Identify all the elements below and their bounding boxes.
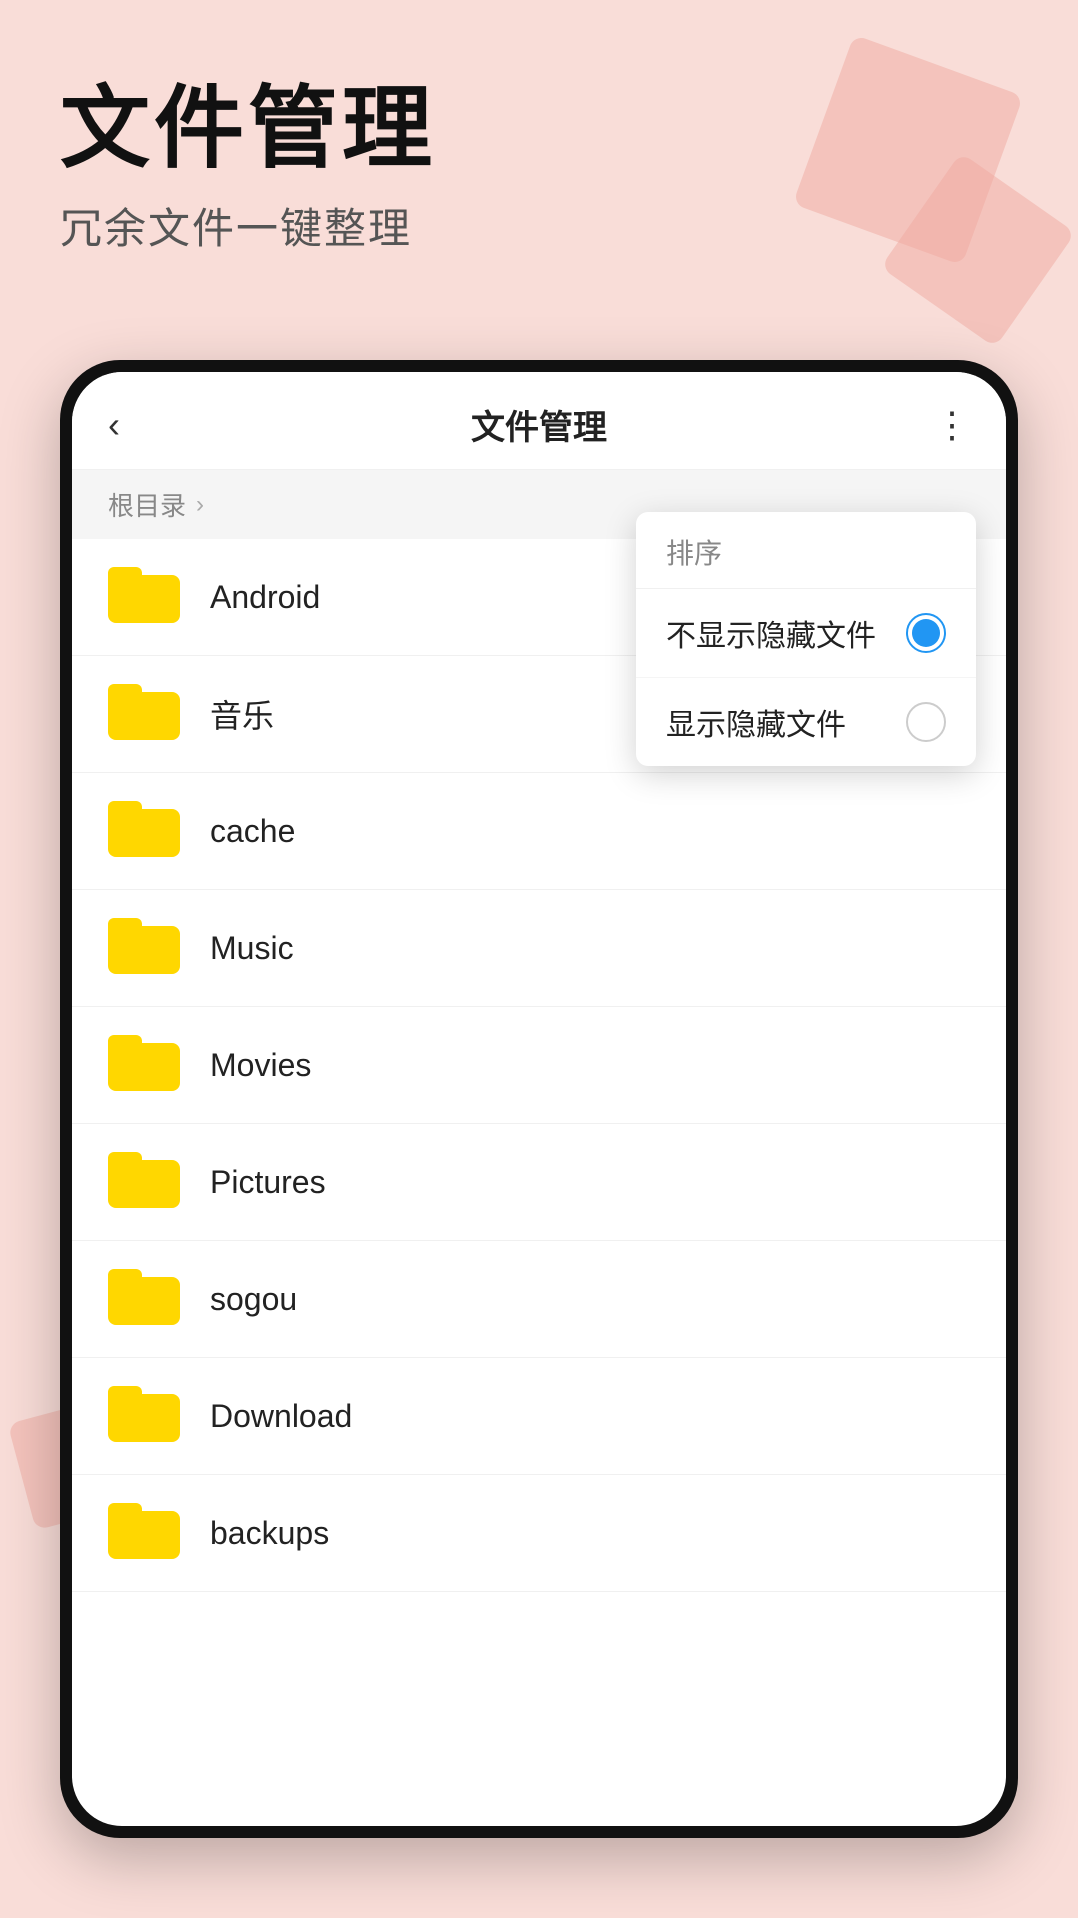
file-name: sogou (210, 1281, 297, 1318)
app-header: ‹ 文件管理 ⋮ (72, 372, 1006, 470)
folder-icon (108, 684, 180, 744)
file-name: cache (210, 813, 295, 850)
sub-title: 冗余文件一键整理 (60, 195, 436, 256)
folder-icon (108, 918, 180, 978)
file-item[interactable]: Download (72, 1358, 1006, 1475)
back-button[interactable]: ‹ (108, 404, 158, 446)
folder-shape (108, 918, 180, 974)
folder-shape (108, 1386, 180, 1442)
more-button[interactable]: ⋮ (920, 404, 970, 446)
breadcrumb-arrow-icon: › (196, 491, 204, 519)
folder-icon (108, 1035, 180, 1095)
folder-shape (108, 567, 180, 623)
breadcrumb-root: 根目录 (108, 486, 186, 523)
folder-icon (108, 567, 180, 627)
folder-shape (108, 1035, 180, 1091)
file-name: Download (210, 1398, 352, 1435)
dropdown-option-hide-label: 不显示隐藏文件 (666, 611, 876, 655)
file-item[interactable]: Movies (72, 1007, 1006, 1124)
more-icon: ⋮ (934, 404, 970, 446)
header-section: 文件管理 冗余文件一键整理 (60, 80, 436, 256)
dropdown-header: 排序 (636, 512, 976, 589)
file-name: 音乐 (210, 691, 274, 737)
folder-icon (108, 1386, 180, 1446)
folder-icon (108, 1152, 180, 1212)
main-title: 文件管理 (60, 80, 436, 179)
folder-shape (108, 801, 180, 857)
phone-mockup: ‹ 文件管理 ⋮ 根目录 › Android 音乐 cache Music Movies… (60, 360, 1018, 1838)
app-title: 文件管理 (471, 400, 607, 449)
folder-icon (108, 1269, 180, 1329)
file-item[interactable]: backups (72, 1475, 1006, 1592)
file-item[interactable]: cache (72, 773, 1006, 890)
dropdown-menu: 排序 不显示隐藏文件 显示隐藏文件 (636, 512, 976, 766)
folder-shape (108, 1152, 180, 1208)
file-name: backups (210, 1515, 329, 1552)
dropdown-option-show-label: 显示隐藏文件 (666, 700, 846, 744)
file-name: Android (210, 579, 320, 616)
file-item[interactable]: sogou (72, 1241, 1006, 1358)
folder-icon (108, 1503, 180, 1563)
file-item[interactable]: Music (72, 890, 1006, 1007)
folder-shape (108, 1269, 180, 1325)
file-item[interactable]: Pictures (72, 1124, 1006, 1241)
file-name: Pictures (210, 1164, 326, 1201)
phone-screen: ‹ 文件管理 ⋮ 根目录 › Android 音乐 cache Music Movies… (72, 372, 1006, 1826)
dropdown-option-hide[interactable]: 不显示隐藏文件 (636, 589, 976, 678)
radio-show-unselected (906, 702, 946, 742)
file-name: Movies (210, 1047, 311, 1084)
folder-shape (108, 684, 180, 740)
radio-hide-selected (906, 613, 946, 653)
folder-icon (108, 801, 180, 861)
back-icon: ‹ (108, 404, 120, 446)
file-name: Music (210, 930, 294, 967)
dropdown-option-show[interactable]: 显示隐藏文件 (636, 678, 976, 766)
folder-shape (108, 1503, 180, 1559)
